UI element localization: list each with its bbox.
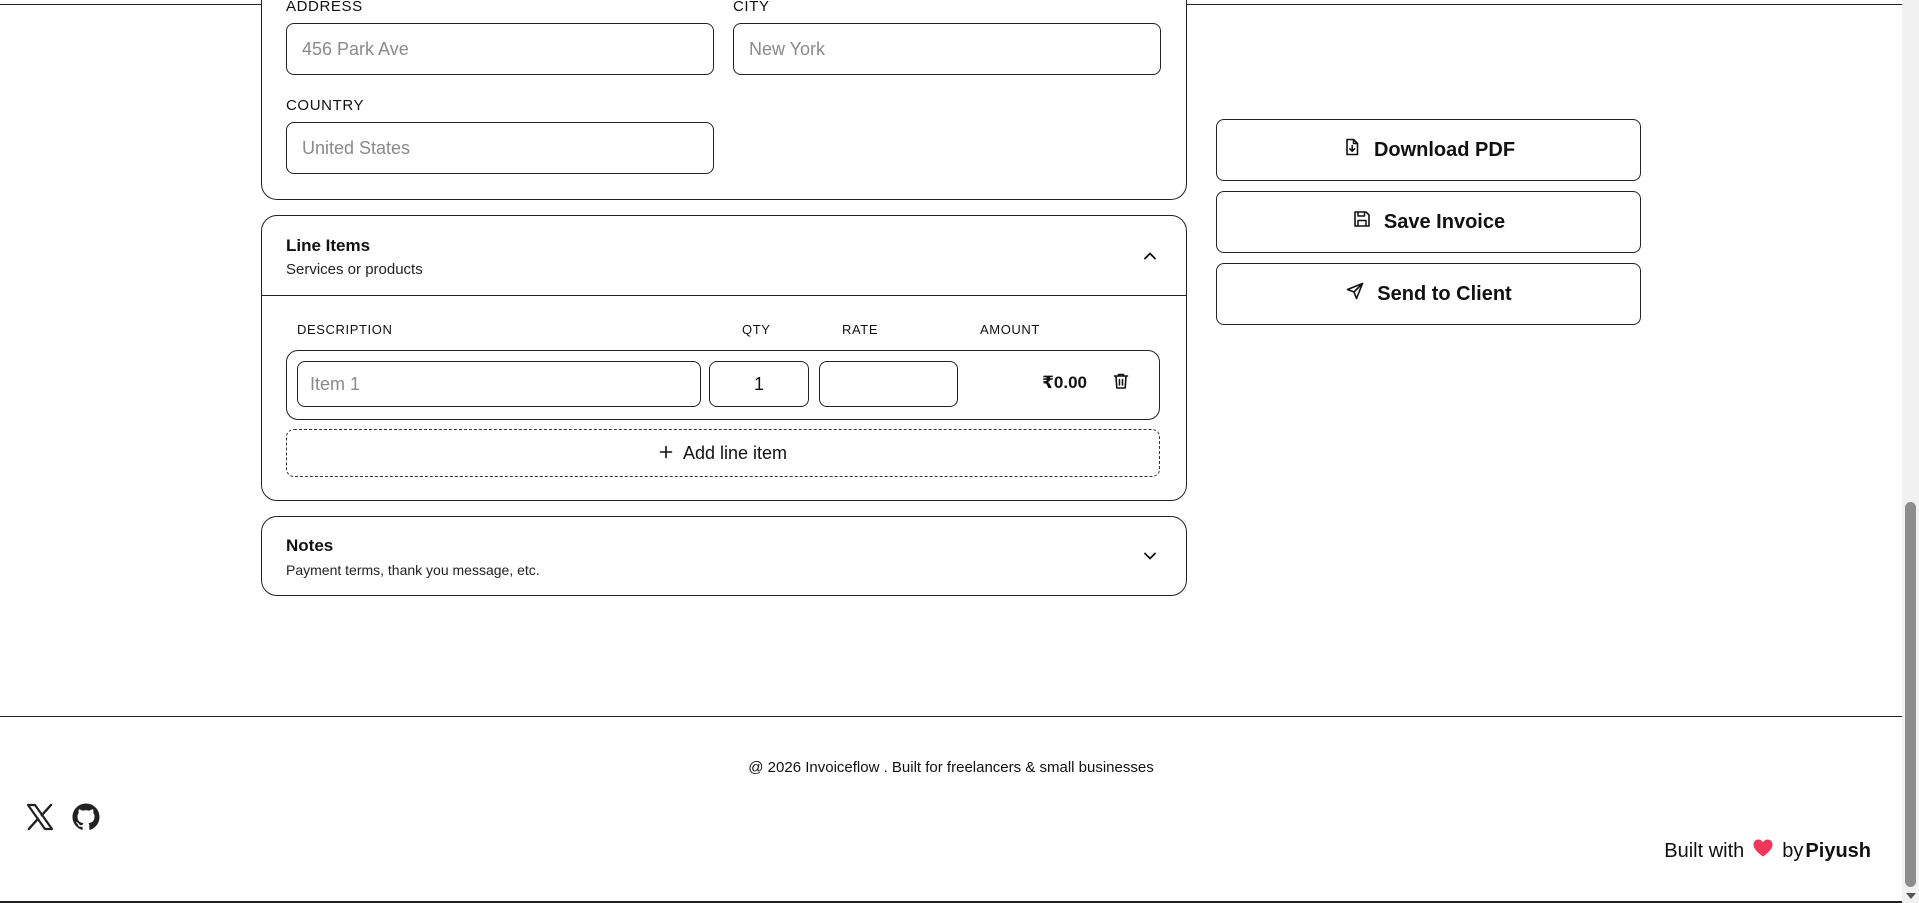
city-label: CITY [733, 0, 770, 15]
column-header-qty: QTY [742, 322, 771, 337]
download-pdf-button[interactable]: Download PDF [1216, 119, 1641, 181]
add-line-item-label: Add line item [682, 442, 788, 463]
column-header-description: DESCRIPTION [297, 322, 393, 337]
column-header-amount: AMOUNT [980, 322, 1040, 337]
author-link[interactable]: Piyush [1805, 840, 1871, 863]
x-icon[interactable] [24, 801, 56, 833]
country-input[interactable]: United States [286, 122, 714, 174]
footer-divider [0, 716, 1902, 717]
file-download-icon [1342, 137, 1362, 163]
scroll-down-arrow-icon[interactable] [1906, 893, 1916, 899]
add-line-item-button[interactable]: Add line item [286, 429, 1160, 477]
line-items-subtitle: Services or products [286, 261, 423, 278]
scrollbar-thumb[interactable] [1905, 502, 1916, 887]
line-items-card: Line Items Services or products DESCRIPT… [261, 215, 1187, 501]
floppy-disk-icon [1352, 209, 1372, 235]
chevron-down-icon[interactable] [1138, 544, 1162, 568]
item-description-input[interactable]: Item 1 [297, 361, 701, 407]
city-input[interactable]: New York [733, 23, 1161, 75]
line-items-title: Line Items [286, 236, 371, 255]
vertical-scrollbar[interactable] [1902, 0, 1919, 903]
save-invoice-button[interactable]: Save Invoice [1216, 191, 1641, 253]
by-label: by [1782, 839, 1804, 862]
notes-subtitle: Payment terms, thank you message, etc. [286, 562, 540, 578]
column-header-rate: RATE [842, 322, 879, 337]
item-qty-input[interactable]: 1 [709, 361, 809, 407]
item-rate-input[interactable] [819, 361, 958, 407]
address-input[interactable]: 456 Park Ave [286, 23, 714, 75]
item-amount: ₹0.00 [1042, 373, 1087, 392]
plus-icon [659, 443, 673, 464]
github-icon[interactable] [70, 801, 102, 833]
heart-icon [1752, 838, 1774, 864]
send-to-client-button[interactable]: Send to Client [1216, 263, 1641, 325]
notes-card[interactable]: Notes Payment terms, thank you message, … [261, 516, 1187, 596]
built-with-label: Built with [1664, 839, 1745, 862]
country-label: COUNTRY [286, 97, 365, 114]
send-icon [1345, 281, 1365, 307]
chevron-up-icon[interactable] [1138, 244, 1162, 268]
line-item-row: Item 1 1 ₹0.00 [286, 350, 1160, 420]
built-with-credit: Built with by Piyush [1664, 838, 1871, 864]
address-card: ADDRESS CITY 456 Park Ave New York COUNT… [261, 0, 1187, 200]
line-items-header[interactable]: Line Items Services or products [262, 216, 1186, 296]
trash-icon[interactable] [1111, 371, 1133, 393]
address-label: ADDRESS [286, 0, 363, 15]
notes-title: Notes [286, 536, 334, 555]
copyright-text: @ 2026 Invoiceflow . Built for freelance… [748, 759, 1154, 776]
